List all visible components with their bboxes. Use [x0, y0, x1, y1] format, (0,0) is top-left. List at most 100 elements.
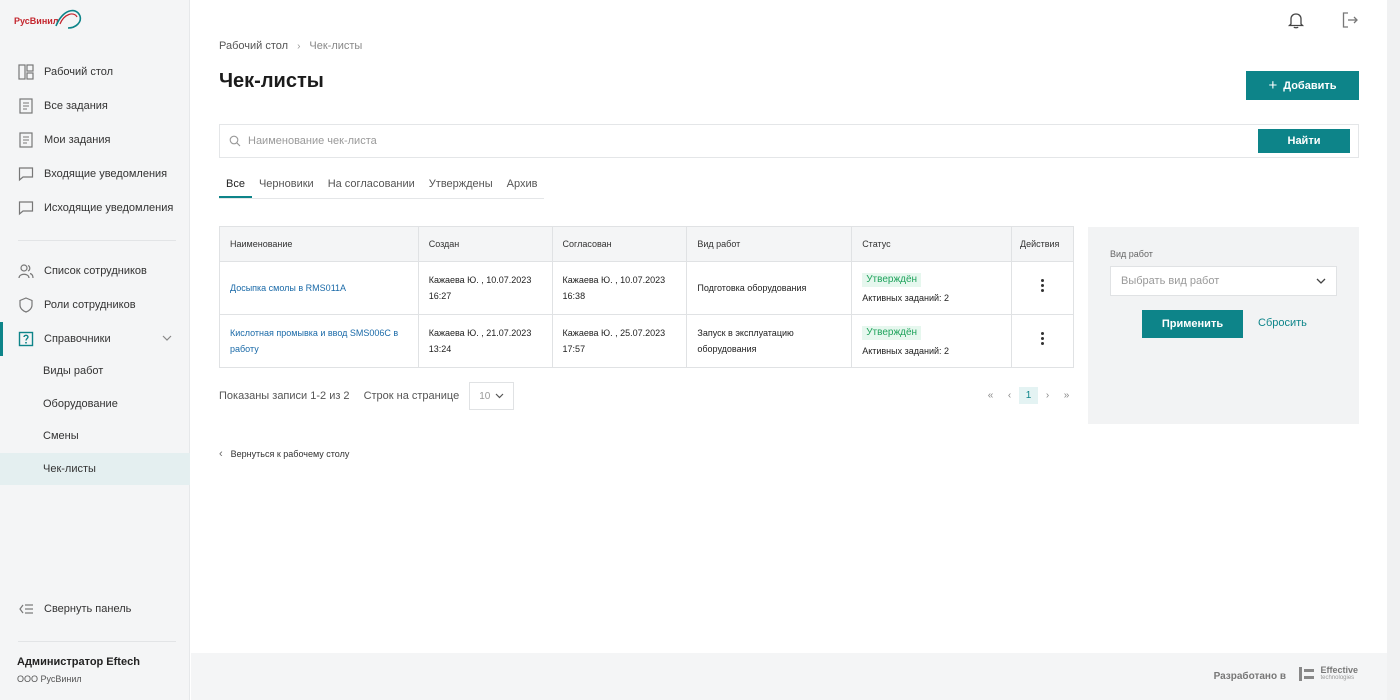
records-summary: Показаны записи 1-2 из 2 [219, 390, 350, 402]
created-by: Кажаева Ю. , 10.07.2023 [428, 275, 532, 285]
plus-icon: + [1268, 77, 1278, 94]
cell-created: Кажаева Ю. , 10.07.2023 16:27 [418, 261, 553, 315]
tab-archive[interactable]: Архив [500, 172, 545, 198]
cell-status: Утверждён Активных заданий: 2 [851, 261, 1012, 315]
rows-per-page-select[interactable]: 10 [469, 382, 515, 410]
cell-work-type: Запуск в эксплуатацию оборудования [686, 314, 853, 368]
sidebar-subitem-shifts[interactable]: Смены [0, 420, 190, 452]
sidebar-item-label: Рабочий стол [44, 66, 114, 78]
chevron-down-icon [162, 335, 172, 341]
sidebar-item-my-tasks[interactable]: Мои задания [0, 123, 190, 157]
apply-filter-button[interactable]: Применить [1142, 310, 1243, 338]
effective-logo-mark-icon [1299, 667, 1315, 681]
collapse-panel-button[interactable]: Свернуть панель [0, 592, 190, 626]
logout-icon[interactable] [1341, 11, 1359, 29]
active-tasks: Активных заданий: 2 [862, 345, 950, 356]
sidebar-item-employees[interactable]: Список сотрудников [0, 254, 190, 288]
cell-actions [1011, 314, 1075, 368]
tab-drafts[interactable]: Черновики [252, 172, 321, 198]
column-header-status[interactable]: Статус [851, 226, 1012, 262]
cell-created: Кажаева Ю. , 21.07.2023 13:24 [418, 314, 553, 368]
breadcrumb-current: Чек-листы [309, 40, 363, 52]
list-icon [18, 98, 34, 114]
created-time: 16:27 [428, 291, 452, 301]
chevron-down-icon [1316, 278, 1326, 284]
shield-icon [18, 297, 34, 313]
breadcrumb-home[interactable]: Рабочий стол [219, 40, 288, 52]
user-name: Администратор Eftech [17, 656, 140, 668]
created-time: 13:24 [428, 344, 452, 354]
last-page-icon[interactable]: » [1057, 387, 1076, 404]
work-type-select[interactable]: Выбрать вид работ [1110, 266, 1337, 296]
brand-logo[interactable]: РусВинил [14, 6, 94, 36]
page-scrollbar[interactable] [1387, 0, 1400, 700]
created-by: Кажаева Ю. , 21.07.2023 [428, 328, 532, 338]
collapse-panel-label: Свернуть панель [44, 603, 132, 615]
sidebar-subitem-equipment[interactable]: Оборудование [0, 388, 190, 420]
more-actions-icon[interactable] [1040, 277, 1044, 294]
cell-actions [1011, 261, 1075, 315]
tab-approved[interactable]: Утверждены [422, 172, 500, 198]
cell-approved: Кажаева Ю. , 10.07.2023 16:38 [552, 261, 688, 315]
sidebar-item-incoming[interactable]: Входящие уведомления [0, 157, 190, 191]
sidebar-divider [18, 240, 176, 241]
user-org: ООО РусВинил [17, 674, 82, 684]
footer-logo-line1: Effective [1320, 665, 1358, 675]
approved-by: Кажаева Ю. , 25.07.2023 [562, 328, 666, 338]
approved-time: 17:57 [562, 344, 586, 354]
sidebar-subitem-checklists[interactable]: Чек-листы [0, 453, 190, 485]
sidebar-item-outgoing[interactable]: Исходящие уведомления [0, 191, 190, 225]
column-header-created[interactable]: Создан [418, 226, 553, 262]
work-type: Подготовка оборудования [697, 283, 807, 293]
search-bar: Найти [219, 124, 1359, 158]
sidebar-item-label: Мои задания [44, 134, 111, 146]
list-icon [18, 132, 34, 148]
active-tasks: Активных заданий: 2 [862, 292, 950, 303]
back-to-dashboard-link[interactable]: ‹ Вернуться к рабочему столу [219, 448, 349, 460]
tab-on-approval[interactable]: На согласовании [321, 172, 422, 198]
chevron-down-icon [495, 393, 504, 399]
sidebar: РусВинил Рабочий стол Все задания Мои за… [0, 0, 190, 700]
cell-name: Кислотная промывка и ввод SMS006C в работ… [219, 314, 419, 368]
chat-icon [18, 166, 34, 182]
tab-all[interactable]: Все [219, 172, 252, 198]
sidebar-item-label: Исходящие уведомления [44, 202, 174, 214]
checklist-link[interactable]: Кислотная промывка и ввод SMS006C в работ… [230, 328, 398, 354]
sidebar-item-all-tasks[interactable]: Все задания [0, 89, 190, 123]
checklist-link-line2: работу [230, 344, 259, 354]
find-button[interactable]: Найти [1258, 129, 1350, 153]
page-number[interactable]: 1 [1019, 387, 1038, 404]
footer-developed-by: Разработано в [1213, 671, 1286, 682]
filter-panel: Вид работ Выбрать вид работ Применить Сб… [1088, 227, 1359, 424]
user-info[interactable]: Администратор Eftech ООО РусВинил [17, 656, 140, 684]
reset-filter-button[interactable]: Сбросить [1258, 317, 1307, 329]
checklist-link[interactable]: Досыпка смолы в RMS011A [230, 283, 346, 293]
footer: Разработано в Effective technologies [191, 653, 1387, 700]
next-page-icon[interactable]: › [1038, 387, 1057, 404]
sidebar-item-roles[interactable]: Роли сотрудников [0, 288, 190, 322]
footer-logo-line2: technologies [1320, 675, 1355, 681]
sidebar-subitem-work-types[interactable]: Виды работ [0, 355, 190, 387]
more-actions-icon[interactable] [1040, 330, 1044, 347]
table-header-row: Наименование Создан Согласован Вид работ… [219, 226, 1075, 262]
breadcrumb-separator-icon: › [297, 40, 301, 52]
notifications-bell-icon[interactable] [1287, 11, 1305, 29]
search-input[interactable] [248, 135, 1148, 147]
column-header-name[interactable]: Наименование [219, 226, 419, 262]
work-type: Запуск в эксплуатацию [697, 328, 794, 338]
column-header-approved[interactable]: Согласован [552, 226, 688, 262]
table-row: Кислотная промывка и ввод SMS006C в работ… [219, 314, 1075, 368]
page-title: Чек-листы [219, 70, 324, 92]
pagination-controls: « ‹ 1 › » [981, 387, 1076, 404]
effective-technologies-logo: Effective technologies [1298, 666, 1358, 682]
sidebar-item-references[interactable]: Справочники [0, 322, 190, 356]
prev-page-icon[interactable]: ‹ [1000, 387, 1019, 404]
sidebar-item-dashboard[interactable]: Рабочий стол [0, 55, 190, 89]
column-header-work-type[interactable]: Вид работ [686, 226, 853, 262]
first-page-icon[interactable]: « [981, 387, 1000, 404]
add-button-label: Добавить [1283, 79, 1337, 92]
cell-work-type: Подготовка оборудования [686, 261, 853, 315]
pagination-summary-block: Показаны записи 1-2 из 2 Строк на страни… [219, 382, 515, 410]
add-button[interactable]: + Добавить [1246, 71, 1359, 100]
filter-work-type-label: Вид работ [1110, 249, 1153, 259]
